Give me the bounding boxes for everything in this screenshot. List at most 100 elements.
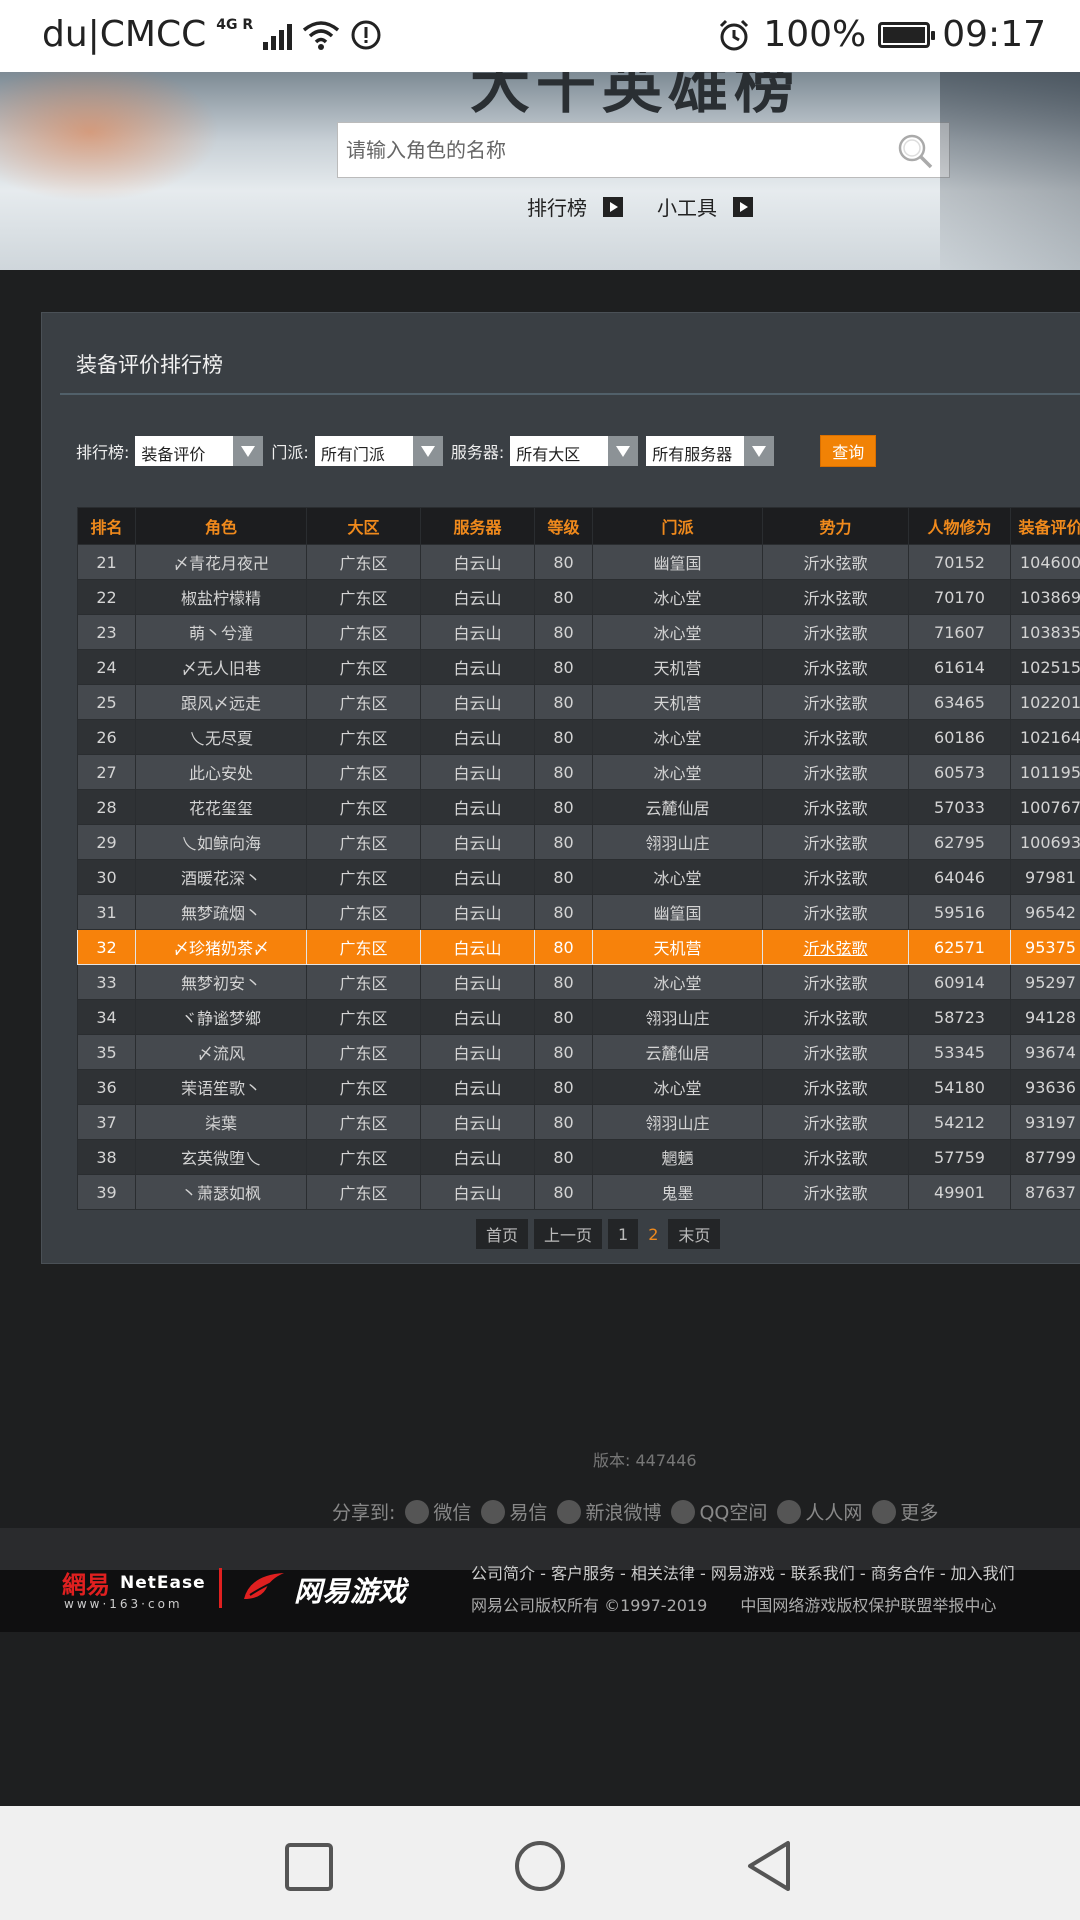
home-button[interactable] — [514, 1840, 566, 1892]
cell-cultivation: 60186 — [908, 719, 1011, 755]
cell-faction[interactable]: 沂水弦歌 — [762, 1034, 909, 1070]
cell-server: 白云山 — [420, 649, 535, 685]
cell-rank: 21 — [77, 544, 136, 580]
query-button[interactable]: 查询 — [820, 435, 877, 467]
cell-faction[interactable]: 沂水弦歌 — [762, 1174, 909, 1210]
footer-links[interactable]: 公司简介 - 客户服务 - 相关法律 - 网易游戏 - 联系我们 - 商务合作 … — [471, 1560, 1015, 1584]
cell-faction[interactable]: 沂水弦歌 — [762, 964, 909, 1000]
search-box[interactable] — [337, 122, 950, 178]
cell-faction[interactable]: 沂水弦歌 — [762, 1104, 909, 1140]
cell-server: 白云山 — [420, 1069, 535, 1105]
cell-server: 白云山 — [420, 1104, 535, 1140]
cell-sect: 冰心堂 — [592, 964, 763, 1000]
cell-sect: 幽篁国 — [592, 894, 763, 930]
share-qzone[interactable]: QQ空间 — [671, 1498, 767, 1525]
table-row[interactable]: 39 丶萧瑟如枫 广东区 白云山 80 鬼墨 沂水弦歌 49901 87637 — [77, 1174, 1080, 1210]
table-row[interactable]: 35 〆流风 广东区 白云山 80 云麓仙居 沂水弦歌 53345 93674 — [77, 1034, 1080, 1070]
last-page-button[interactable]: 末页 — [668, 1219, 721, 1249]
back-button[interactable] — [746, 1840, 794, 1892]
cell-faction[interactable]: 沂水弦歌 — [762, 1139, 909, 1175]
table-row[interactable]: 31 無梦疏烟丶 广东区 白云山 80 幽篁国 沂水弦歌 59516 96542 — [77, 894, 1080, 930]
region-select[interactable]: 所有大区 — [510, 436, 639, 466]
sect-select[interactable]: 所有门派 — [314, 436, 443, 466]
cell-faction[interactable]: 沂水弦歌 — [762, 859, 909, 895]
server-label: 服务器: — [450, 443, 505, 462]
cell-role: 花花玺玺 — [135, 789, 307, 825]
table-row[interactable]: 22 椒盐柠檬精 广东区 白云山 80 冰心堂 沂水弦歌 70170 103869 — [77, 579, 1080, 615]
cell-faction[interactable]: 沂水弦歌 — [762, 894, 909, 930]
table-row[interactable]: 38 玄英微堕乀 广东区 白云山 80 魍魉 沂水弦歌 57759 87799 — [77, 1139, 1080, 1175]
cell-level: 80 — [534, 824, 593, 860]
cell-gear-score: 103869 — [1010, 579, 1080, 615]
cell-region: 广东区 — [306, 1069, 421, 1105]
page-1-button[interactable]: 1 — [608, 1219, 639, 1249]
cell-sect: 冰心堂 — [592, 579, 763, 615]
cell-server: 白云山 — [420, 1034, 535, 1070]
table-row[interactable]: 37 柒葉 广东区 白云山 80 翎羽山庄 沂水弦歌 54212 93197 — [77, 1104, 1080, 1140]
cell-faction[interactable]: 沂水弦歌 — [762, 824, 909, 860]
cell-rank: 30 — [77, 859, 136, 895]
table-row[interactable]: 25 跟风〆远走 广东区 白云山 80 天机营 沂水弦歌 63465 102201 — [77, 684, 1080, 720]
ranking-table: 排名 角色 大区 服务器 等级 门派 势力 人物修为 装备评价 21 〆青花月夜卍 广东区 白云山 80… — [77, 507, 1080, 1210]
share-weibo[interactable]: 新浪微博 — [557, 1498, 661, 1525]
cell-server: 白云山 — [420, 789, 535, 825]
table-row[interactable]: 27 此心安处 广东区 白云山 80 冰心堂 沂水弦歌 60573 101195 — [77, 754, 1080, 790]
cell-faction[interactable]: 沂水弦歌 — [762, 719, 909, 755]
share-weibo-label: 新浪微博 — [585, 1502, 662, 1524]
cell-faction[interactable]: 沂水弦歌 — [762, 929, 909, 965]
tab-ranking[interactable]: 排行榜 — [527, 192, 623, 221]
table-row[interactable]: 24 〆无人旧巷 广东区 白云山 80 天机营 沂水弦歌 61614 102515 — [77, 649, 1080, 685]
cell-faction[interactable]: 沂水弦歌 — [762, 649, 909, 685]
table-row[interactable]: 32 〆珍猪奶茶〆 广东区 白云山 80 天机营 沂水弦歌 62571 95375 — [77, 929, 1080, 965]
cell-cultivation: 54212 — [908, 1104, 1011, 1140]
share-yixin[interactable]: 易信 — [481, 1498, 547, 1525]
weibo-icon — [557, 1499, 582, 1524]
table-row[interactable]: 34 ヾ静谧梦鄉 广东区 白云山 80 翎羽山庄 沂水弦歌 58723 94128 — [77, 999, 1080, 1035]
share-renren[interactable]: 人人网 — [777, 1498, 862, 1525]
page-2-current[interactable]: 2 — [644, 1219, 662, 1249]
cell-region: 广东区 — [306, 649, 421, 685]
cell-faction[interactable]: 沂水弦歌 — [762, 614, 909, 650]
table-row[interactable]: 29 乀如鲸向海 广东区 白云山 80 翎羽山庄 沂水弦歌 62795 100693 — [77, 824, 1080, 860]
table-row[interactable]: 36 茉语笙歌丶 广东区 白云山 80 冰心堂 沂水弦歌 54180 93636 — [77, 1069, 1080, 1105]
copyright-text: 网易公司版权所有 ©1997-2019 — [471, 1596, 708, 1615]
search-input[interactable] — [344, 137, 888, 163]
cell-level: 80 — [534, 649, 593, 685]
cell-rank: 36 — [77, 1069, 136, 1105]
cell-faction[interactable]: 沂水弦歌 — [762, 754, 909, 790]
cell-role: 乀如鲸向海 — [135, 824, 307, 860]
rank-type-select[interactable]: 装备评价 — [135, 436, 264, 466]
share-more[interactable]: 更多 — [872, 1498, 938, 1525]
cell-faction[interactable]: 沂水弦歌 — [762, 1069, 909, 1105]
cell-role: 椒盐柠檬精 — [135, 579, 307, 615]
cell-faction[interactable]: 沂水弦歌 — [762, 544, 909, 580]
search-icon[interactable] — [895, 131, 935, 171]
prev-page-button[interactable]: 上一页 — [534, 1219, 603, 1249]
first-page-button[interactable]: 首页 — [476, 1219, 529, 1249]
table-row[interactable]: 21 〆青花月夜卍 广东区 白云山 80 幽篁国 沂水弦歌 70152 104600 — [77, 544, 1080, 580]
cell-level: 80 — [534, 929, 593, 965]
cell-cultivation: 70170 — [908, 579, 1011, 615]
recent-apps-button[interactable] — [284, 1842, 334, 1892]
cell-faction[interactable]: 沂水弦歌 — [762, 684, 909, 720]
cell-gear-score: 102164 — [1010, 719, 1080, 755]
cell-level: 80 — [534, 1034, 593, 1070]
table-row[interactable]: 26 乀无尽夏 广东区 白云山 80 冰心堂 沂水弦歌 60186 102164 — [77, 719, 1080, 755]
table-row[interactable]: 28 花花玺玺 广东区 白云山 80 云麓仙居 沂水弦歌 57033 100767 — [77, 789, 1080, 825]
cell-region: 广东区 — [306, 1139, 421, 1175]
report-link[interactable]: 中国网络游戏版权保护联盟举报中心 — [740, 1596, 996, 1615]
table-row[interactable]: 30 酒暖花深丶 广东区 白云山 80 冰心堂 沂水弦歌 64046 97981 — [77, 859, 1080, 895]
cell-faction[interactable]: 沂水弦歌 — [762, 999, 909, 1035]
cell-faction[interactable]: 沂水弦歌 — [762, 789, 909, 825]
cell-cultivation: 63465 — [908, 684, 1011, 720]
cell-role: 〆无人旧巷 — [135, 649, 307, 685]
cell-faction[interactable]: 沂水弦歌 — [762, 579, 909, 615]
cell-rank: 27 — [77, 754, 136, 790]
table-row[interactable]: 23 萌丶兮潼 广东区 白云山 80 冰心堂 沂水弦歌 71607 103835 — [77, 614, 1080, 650]
tab-tools[interactable]: 小工具 — [657, 192, 753, 221]
server-select[interactable]: 所有服务器 — [646, 436, 775, 466]
share-wechat[interactable]: 微信 — [405, 1498, 471, 1525]
cell-level: 80 — [534, 789, 593, 825]
cell-cultivation: 54180 — [908, 1069, 1011, 1105]
table-row[interactable]: 33 無梦初安丶 广东区 白云山 80 冰心堂 沂水弦歌 60914 95297 — [77, 964, 1080, 1000]
